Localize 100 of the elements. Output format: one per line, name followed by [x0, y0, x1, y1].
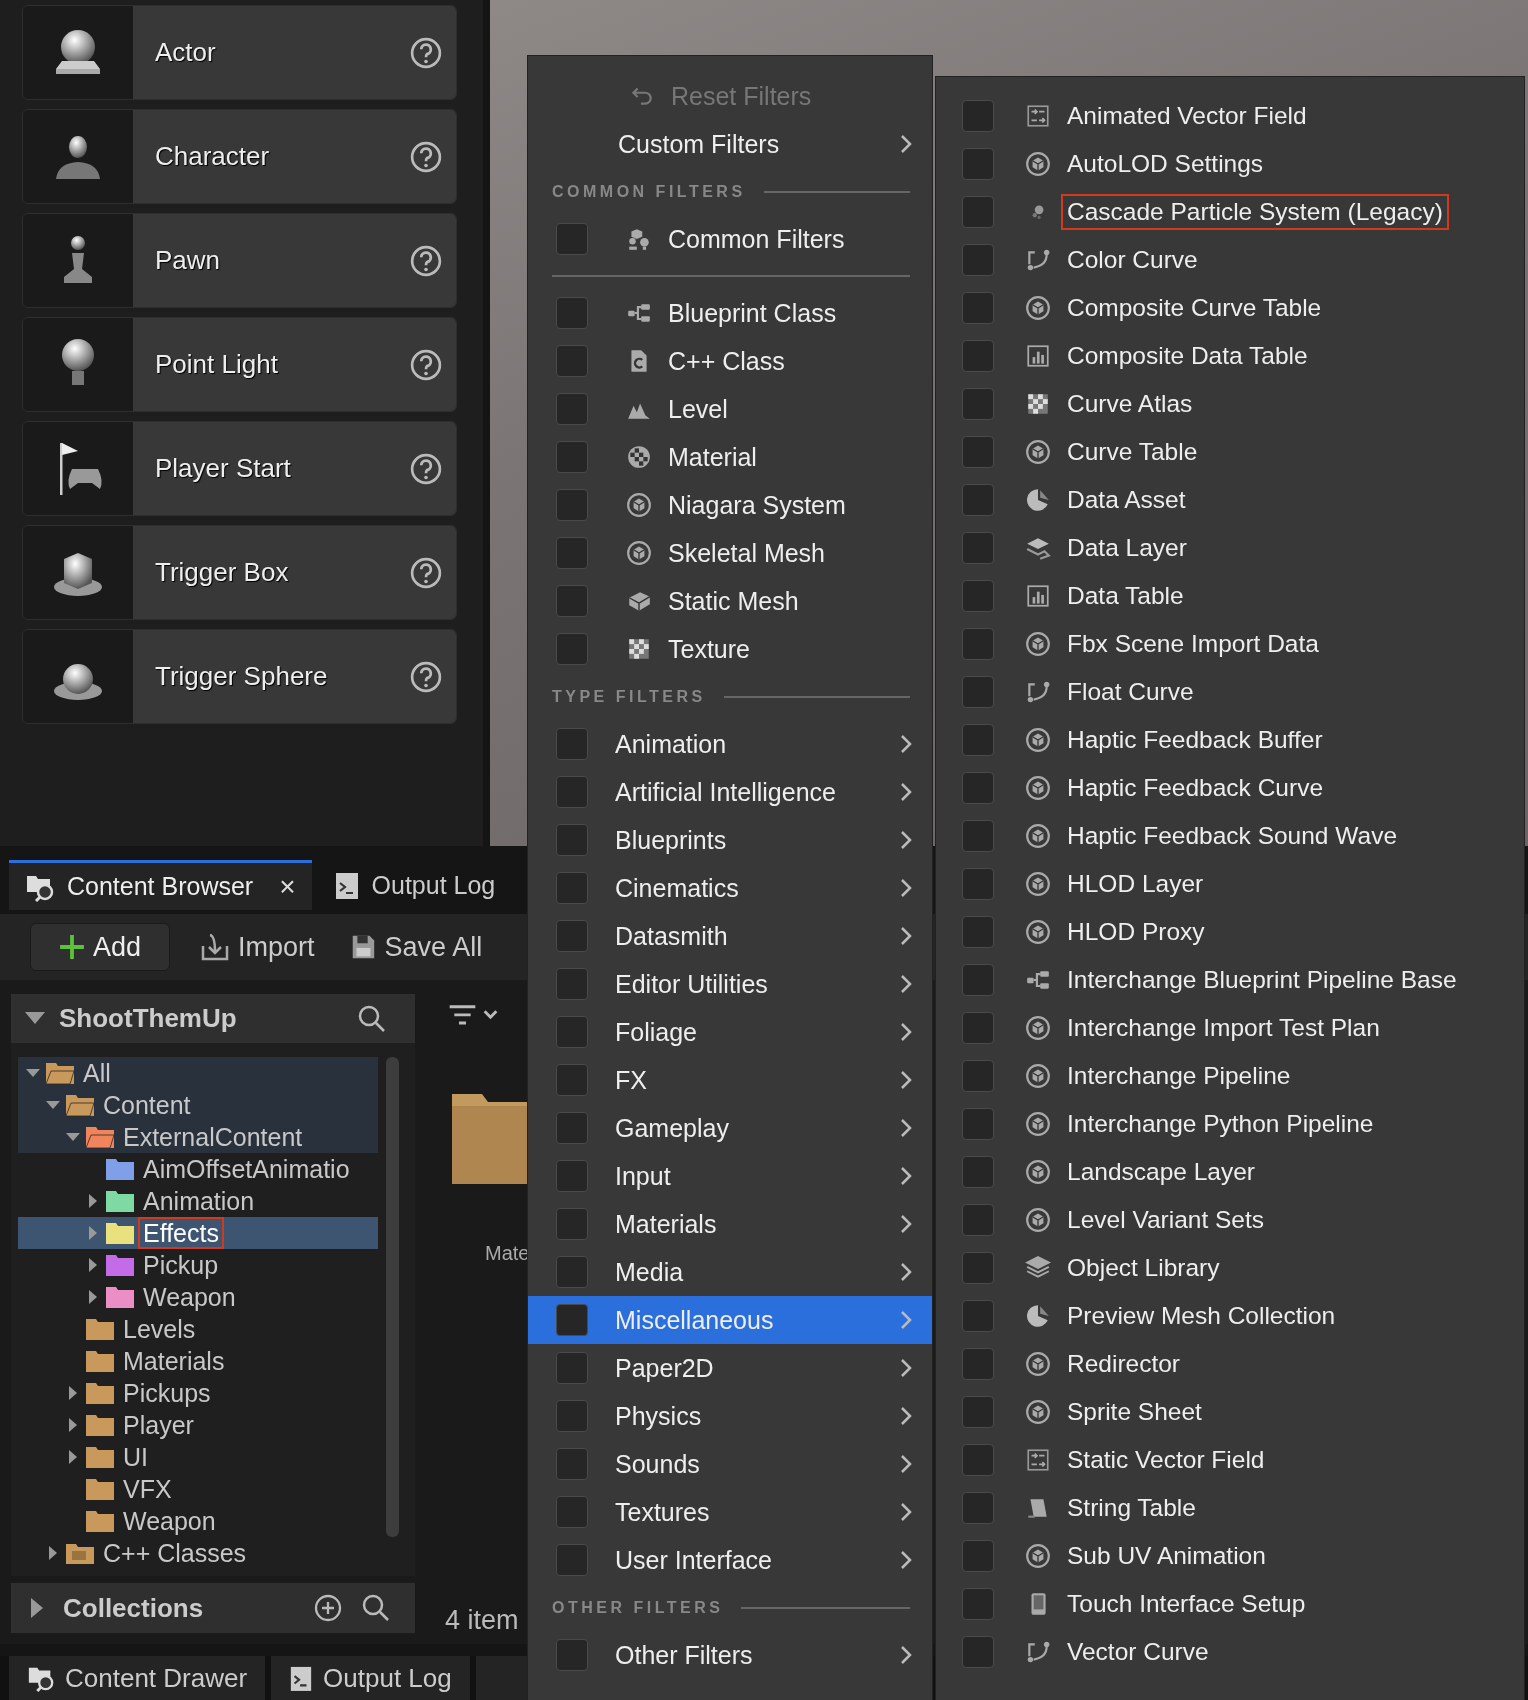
menu-item[interactable]: Datasmith: [528, 912, 932, 960]
menu-item[interactable]: Animated Vector Field: [936, 92, 1524, 140]
checkbox[interactable]: [962, 1204, 994, 1236]
checkbox[interactable]: [962, 388, 994, 420]
tree-item[interactable]: VFX: [18, 1473, 378, 1505]
menu-item[interactable]: Data Table: [936, 572, 1524, 620]
add-button[interactable]: Add: [30, 923, 171, 971]
checkbox[interactable]: [962, 1444, 994, 1476]
menu-item[interactable]: Color Curve: [936, 236, 1524, 284]
tree-item[interactable]: All: [18, 1057, 378, 1089]
menu-item[interactable]: Cinematics: [528, 864, 932, 912]
collections-bar[interactable]: Collections: [11, 1583, 415, 1633]
actor-card[interactable]: Actor: [22, 5, 457, 100]
menu-item[interactable]: Physics: [528, 1392, 932, 1440]
menu-item[interactable]: Material: [528, 433, 932, 481]
menu-item[interactable]: Interchange Import Test Plan: [936, 1004, 1524, 1052]
checkbox[interactable]: [556, 1064, 588, 1096]
menu-item[interactable]: Redirector: [936, 1340, 1524, 1388]
checkbox[interactable]: [962, 1300, 994, 1332]
actor-card[interactable]: Trigger Box: [22, 525, 457, 620]
help-icon[interactable]: [410, 244, 442, 277]
menu-item[interactable]: C++ Class: [528, 337, 932, 385]
search-icon[interactable]: [361, 1593, 391, 1623]
checkbox[interactable]: [556, 1112, 588, 1144]
checkbox[interactable]: [962, 292, 994, 324]
menu-item[interactable]: Sub UV Animation: [936, 1532, 1524, 1580]
checkbox[interactable]: [962, 724, 994, 756]
menu-item[interactable]: Blueprints: [528, 816, 932, 864]
checkbox[interactable]: [962, 868, 994, 900]
checkbox[interactable]: [962, 772, 994, 804]
checkbox[interactable]: [962, 436, 994, 468]
menu-item[interactable]: Texture: [528, 625, 932, 673]
actor-card[interactable]: Point Light: [22, 317, 457, 412]
tree-item[interactable]: Effects: [18, 1217, 378, 1249]
help-icon[interactable]: [410, 36, 442, 69]
menu-item[interactable]: Gameplay: [528, 1104, 932, 1152]
menu-item[interactable]: User Interface: [528, 1536, 932, 1584]
checkbox[interactable]: [556, 1016, 588, 1048]
checkbox[interactable]: [962, 340, 994, 372]
menu-item[interactable]: Float Curve: [936, 668, 1524, 716]
help-icon[interactable]: [410, 452, 442, 485]
checkbox[interactable]: [962, 964, 994, 996]
help-icon[interactable]: [410, 140, 442, 173]
checkbox[interactable]: [962, 484, 994, 516]
close-button[interactable]: ×: [279, 870, 296, 903]
menu-item[interactable]: Common Filters: [528, 215, 932, 263]
menu-item[interactable]: Object Library: [936, 1244, 1524, 1292]
checkbox[interactable]: [556, 393, 588, 425]
tree-item[interactable]: ExternalContent: [18, 1121, 378, 1153]
menu-item[interactable]: Textures: [528, 1488, 932, 1536]
checkbox[interactable]: [962, 148, 994, 180]
menu-item[interactable]: Data Asset: [936, 476, 1524, 524]
checkbox[interactable]: [962, 820, 994, 852]
menu-item[interactable]: Level Variant Sets: [936, 1196, 1524, 1244]
menu-item[interactable]: FX: [528, 1056, 932, 1104]
checkbox[interactable]: [962, 580, 994, 612]
checkbox[interactable]: [962, 1540, 994, 1572]
menu-item[interactable]: Custom Filters: [528, 120, 932, 168]
tree-item[interactable]: Pickup: [18, 1249, 378, 1281]
tree-item[interactable]: Materials: [18, 1345, 378, 1377]
checkbox[interactable]: [556, 585, 588, 617]
save-all-button[interactable]: Save All: [338, 923, 493, 971]
menu-item[interactable]: Preview Mesh Collection: [936, 1292, 1524, 1340]
checkbox[interactable]: [556, 633, 588, 665]
menu-item[interactable]: Miscellaneous: [528, 1296, 932, 1344]
checkbox[interactable]: [962, 1156, 994, 1188]
checkbox[interactable]: [556, 1496, 588, 1528]
checkbox[interactable]: [962, 676, 994, 708]
menu-item[interactable]: Composite Data Table: [936, 332, 1524, 380]
checkbox[interactable]: [962, 244, 994, 276]
checkbox[interactable]: [556, 1256, 588, 1288]
help-icon[interactable]: [410, 556, 442, 589]
checkbox[interactable]: [556, 345, 588, 377]
menu-item[interactable]: Blueprint Class: [528, 289, 932, 337]
menu-item[interactable]: Editor Utilities: [528, 960, 932, 1008]
checkbox[interactable]: [556, 223, 588, 255]
checkbox[interactable]: [556, 1448, 588, 1480]
help-icon[interactable]: [410, 660, 442, 693]
checkbox[interactable]: [556, 968, 588, 1000]
checkbox[interactable]: [556, 489, 588, 521]
checkbox[interactable]: [556, 1304, 588, 1336]
panel-tab[interactable]: Content Browser ×: [9, 860, 312, 910]
add-circle-icon[interactable]: [313, 1593, 343, 1623]
checkbox[interactable]: [556, 920, 588, 952]
menu-item[interactable]: Curve Table: [936, 428, 1524, 476]
menu-item[interactable]: Animation: [528, 720, 932, 768]
menu-item[interactable]: Skeletal Mesh: [528, 529, 932, 577]
tree-item[interactable]: Weapon: [18, 1281, 378, 1313]
checkbox[interactable]: [962, 532, 994, 564]
menu-item[interactable]: AutoLOD Settings: [936, 140, 1524, 188]
scrollbar[interactable]: [386, 1057, 399, 1537]
drawer-tab[interactable]: Content Drawer: [9, 1656, 266, 1700]
menu-item[interactable]: Landscape Layer: [936, 1148, 1524, 1196]
menu-item[interactable]: Cascade Particle System (Legacy): [936, 188, 1524, 236]
checkbox[interactable]: [556, 824, 588, 856]
menu-item[interactable]: Interchange Pipeline: [936, 1052, 1524, 1100]
menu-item[interactable]: Haptic Feedback Buffer: [936, 716, 1524, 764]
checkbox[interactable]: [962, 1588, 994, 1620]
drawer-tab[interactable]: Output Log: [271, 1656, 470, 1700]
menu-item[interactable]: Sprite Sheet: [936, 1388, 1524, 1436]
